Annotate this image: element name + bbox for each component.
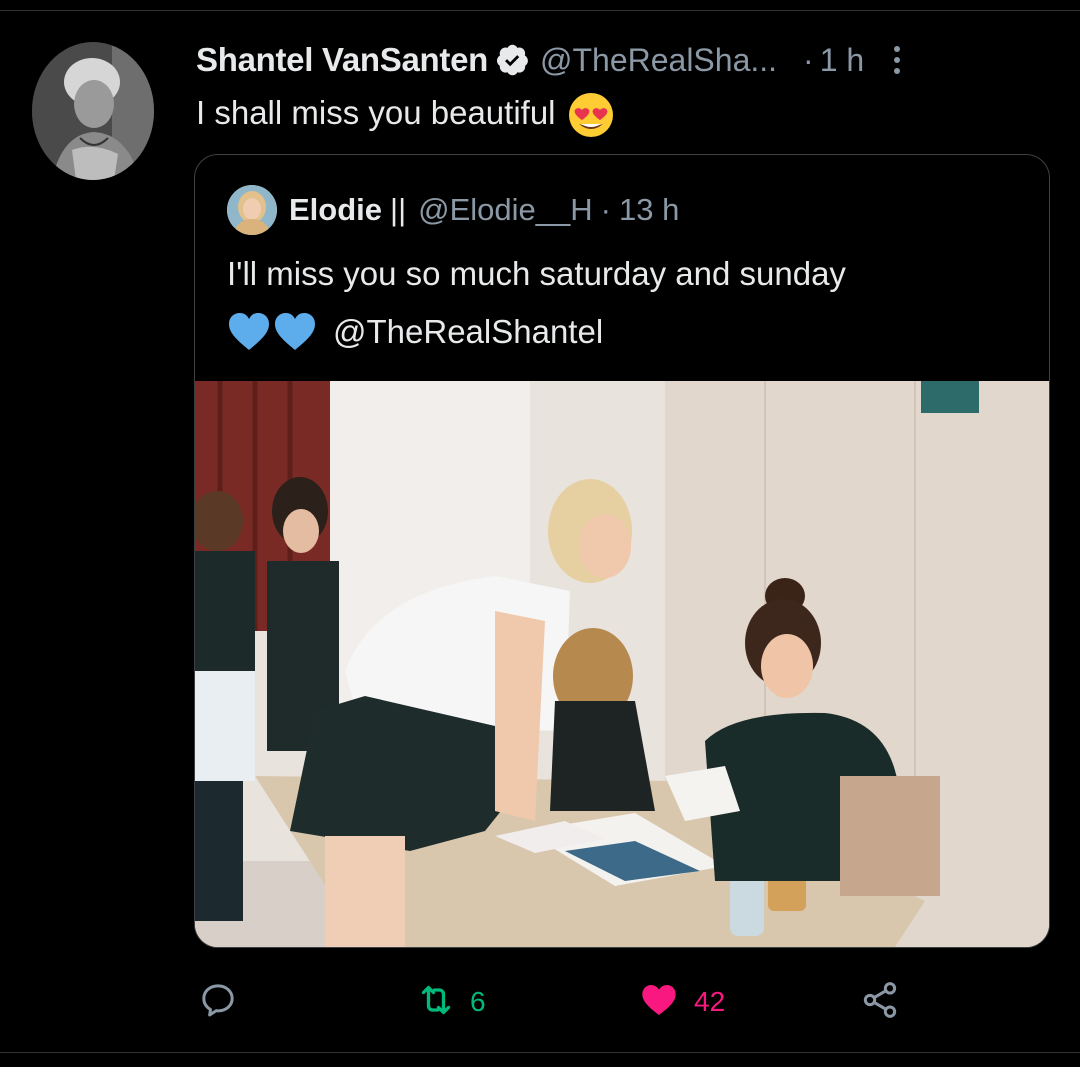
like-icon — [638, 980, 680, 1025]
retweet-button[interactable]: 6 — [416, 978, 486, 1026]
time-separator: · — [803, 41, 814, 78]
quoted-tweet-photo[interactable] — [195, 381, 1049, 947]
verified-icon — [496, 43, 530, 77]
quoted-tweet-card[interactable]: Elodie || @Elodie__H · 13 h I'll miss yo… — [194, 154, 1050, 948]
quoted-author-avatar[interactable] — [227, 185, 277, 235]
author-avatar[interactable] — [32, 42, 154, 180]
tweet-time[interactable]: 1 h — [820, 42, 864, 79]
quoted-tweet-time[interactable]: 13 h — [619, 192, 679, 228]
quoted-tweet-header: Elodie || @Elodie__H · 13 h — [227, 185, 679, 235]
quoted-name-separator: || — [390, 192, 407, 227]
tweet-header: Shantel VanSanten @TheRealSha... · 1 h — [196, 36, 1046, 84]
blue-heart-emoji — [227, 312, 271, 352]
quoted-tweet-text-line2: @TheRealShantel — [227, 307, 603, 357]
share-icon — [860, 980, 900, 1025]
quoted-author-name[interactable]: Elodie — [289, 192, 382, 228]
heart-eyes-emoji — [566, 88, 616, 138]
reply-icon — [198, 980, 238, 1025]
reply-button[interactable] — [198, 978, 238, 1026]
tweet-action-bar: 6 42 — [0, 978, 1080, 1026]
bottom-divider — [0, 1052, 1080, 1053]
retweet-count: 6 — [470, 986, 486, 1017]
more-icon[interactable] — [892, 43, 902, 77]
retweet-icon — [416, 980, 456, 1025]
tweet-text-content: I shall miss you beautiful — [196, 94, 556, 131]
blue-heart-emoji — [273, 312, 317, 352]
quoted-author-handle[interactable]: @Elodie__H — [418, 192, 593, 228]
like-button[interactable]: 42 — [638, 978, 725, 1026]
top-divider — [0, 10, 1080, 11]
quoted-time-separator: · — [600, 192, 611, 227]
share-button[interactable] — [860, 978, 900, 1026]
author-handle[interactable]: @TheRealSha... — [540, 42, 777, 79]
like-count: 42 — [694, 986, 726, 1017]
mention-link[interactable]: @TheRealShantel — [333, 313, 603, 351]
tweet-text: I shall miss you beautiful — [196, 88, 616, 138]
author-name[interactable]: Shantel VanSanten — [196, 41, 488, 79]
quoted-tweet-text-line1: I'll miss you so much saturday and sunda… — [227, 255, 846, 292]
